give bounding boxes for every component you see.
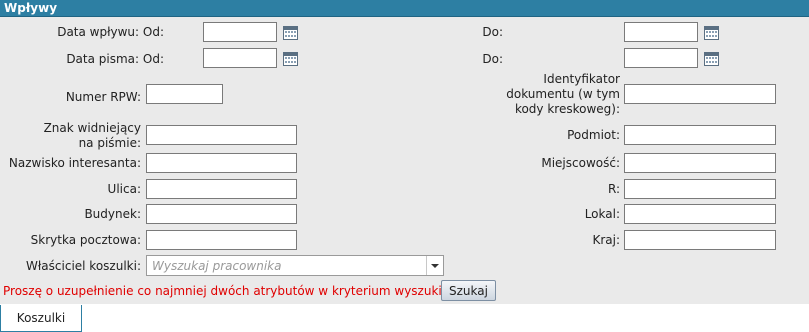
data-pisma-do-label: Do: [482, 52, 503, 66]
r-label: R: [607, 182, 620, 196]
numer-rpw-label: Numer RPW: [65, 90, 141, 104]
budynek-label: Budynek: [84, 207, 141, 221]
tab-koszulki[interactable]: Koszulki [0, 305, 82, 332]
skrytka-label: Skrytka pocztowa: [30, 233, 141, 247]
wlasciciel-placeholder: Wyszukaj pracownika [152, 259, 282, 273]
znak-label: Znak widniejący na piśmie: [43, 121, 141, 150]
data-wplywu-od-input[interactable] [203, 22, 277, 42]
podmiot-input[interactable] [624, 125, 776, 145]
calendar-icon[interactable] [704, 52, 719, 66]
nazwisko-input[interactable] [146, 153, 297, 173]
identyfikator-input[interactable] [624, 84, 776, 104]
r-input[interactable] [624, 179, 776, 199]
wlasciciel-select[interactable]: Wyszukaj pracownika [146, 255, 444, 276]
chevron-down-icon[interactable] [426, 256, 443, 275]
data-wplywu-do-label: Do: [482, 25, 503, 39]
podmiot-label: Podmiot: [567, 128, 620, 142]
data-pisma-label: Data pisma: Od: [66, 52, 164, 66]
search-button[interactable]: Szukaj [441, 280, 496, 301]
budynek-input[interactable] [146, 204, 297, 224]
section-title: Wpływy [4, 1, 58, 15]
nazwisko-label: Nazwisko interesanta: [8, 156, 141, 170]
ulica-input[interactable] [146, 179, 297, 199]
data-pisma-od-input[interactable] [203, 48, 277, 68]
wlasciciel-label: Właściciel koszulki: [26, 259, 141, 273]
lokal-input[interactable] [624, 204, 776, 224]
lokal-label: Lokal: [584, 207, 620, 221]
miejscowosc-input[interactable] [624, 153, 776, 173]
calendar-icon[interactable] [704, 26, 719, 40]
kraj-input[interactable] [624, 230, 776, 250]
data-wplywu-label: Data wpływu: Od: [57, 25, 164, 39]
skrytka-input[interactable] [146, 230, 297, 250]
section-header: Wpływy [0, 0, 809, 17]
validation-warning: Proszę o uzupełnienie co najmniej dwóch … [3, 284, 486, 298]
identyfikator-label: Identyfikator dokumentu (w tym kody kres… [506, 72, 620, 116]
miejscowosc-label: Miejscowość: [541, 156, 620, 170]
kraj-label: Kraj: [592, 233, 620, 247]
ulica-label: Ulica: [107, 182, 141, 196]
calendar-icon[interactable] [283, 52, 298, 66]
data-pisma-do-input[interactable] [624, 48, 698, 68]
calendar-icon[interactable] [283, 26, 298, 40]
znak-input[interactable] [146, 125, 297, 145]
data-wplywu-do-input[interactable] [624, 22, 698, 42]
numer-rpw-input[interactable] [146, 84, 223, 104]
search-form: Data wpływu: Od: Do: Data pisma: Od: Do:… [0, 17, 809, 304]
